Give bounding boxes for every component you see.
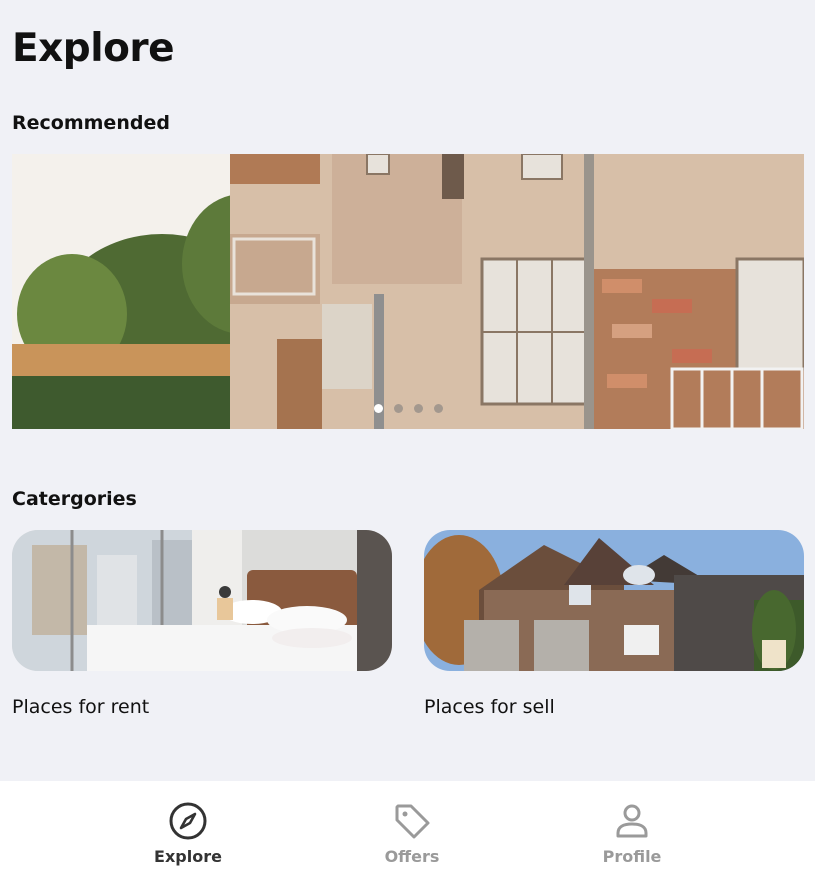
category-card-rent[interactable] (12, 530, 392, 671)
carousel-dot[interactable] (373, 404, 383, 413)
carousel-indicator[interactable] (12, 404, 804, 413)
nav-item-offers[interactable]: Offers (342, 781, 482, 879)
nav-label-explore: Explore (154, 847, 222, 866)
category-label-sell[interactable]: Places for sell (424, 696, 555, 718)
carousel-dot[interactable] (433, 404, 443, 413)
page-title: Explore (12, 26, 175, 71)
nav-label-offers: Offers (384, 847, 440, 866)
compass-icon (168, 801, 208, 841)
bottom-navigation: Explore Offers Profile (0, 781, 815, 879)
categories-heading: Catergories (12, 488, 137, 510)
carousel-dot[interactable] (413, 404, 423, 413)
recommended-heading: Recommended (12, 112, 170, 134)
building-photo (12, 154, 804, 429)
nav-label-profile: Profile (602, 847, 662, 866)
category-card-sell[interactable] (424, 530, 804, 671)
nav-item-profile[interactable]: Profile (562, 781, 702, 879)
category-label-rent[interactable]: Places for rent (12, 696, 149, 718)
user-icon (612, 801, 652, 841)
nav-item-explore[interactable]: Explore (118, 781, 258, 879)
carousel-dot[interactable] (393, 404, 403, 413)
tag-icon (392, 801, 432, 841)
recommended-carousel[interactable] (12, 154, 804, 429)
house-photo (424, 530, 804, 671)
bedroom-photo (12, 530, 392, 671)
